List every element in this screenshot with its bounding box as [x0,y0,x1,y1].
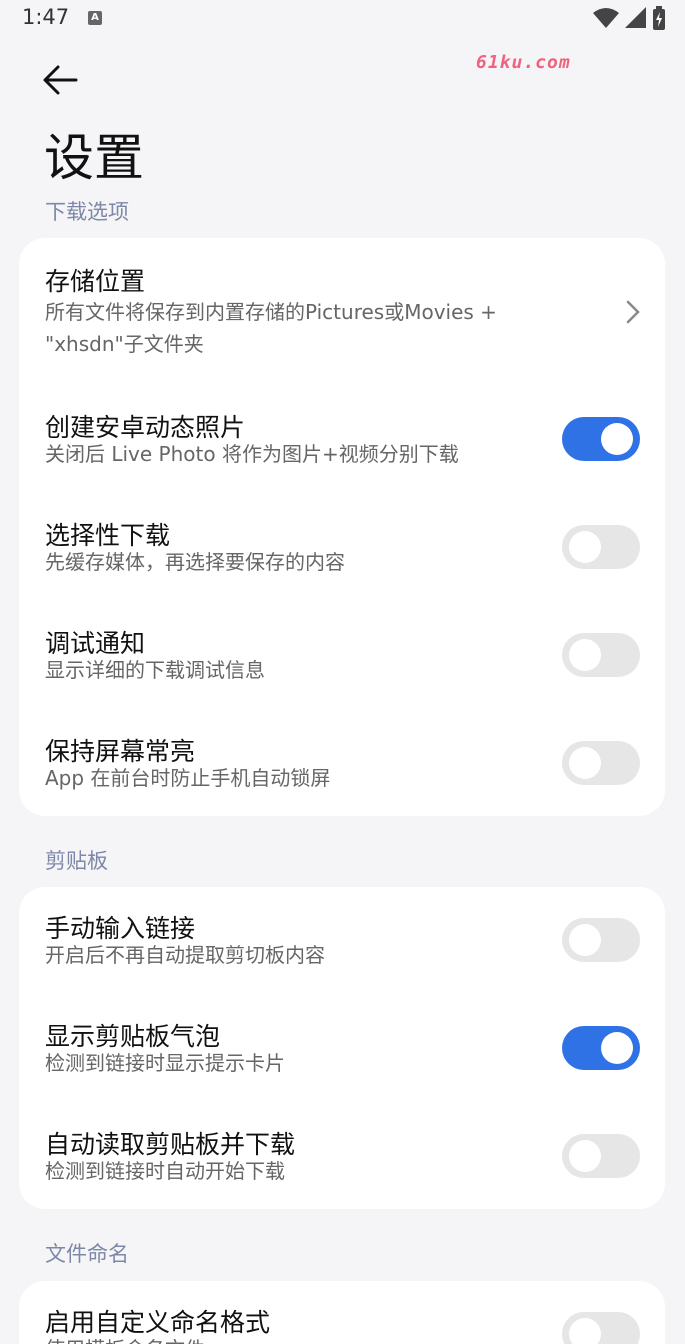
card-download: 存储位置 所有文件将保存到内置存储的Pictures或Movies + "xhs… [19,238,665,816]
toggle-knob [569,1318,601,1344]
setting-clipboard-bubble: 显示剪贴板气泡 检测到链接时显示提示卡片 [19,1001,665,1101]
auto-read-clipboard-toggle[interactable] [562,1134,640,1178]
status-icons [593,6,665,30]
section-header-clipboard: 剪贴板 [45,849,108,873]
setting-manual-link: 手动输入链接 开启后不再自动提取剪切板内容 [19,893,665,993]
card-clipboard: 手动输入链接 开启后不再自动提取剪切板内容 显示剪贴板气泡 检测到链接时显示提示… [19,887,665,1209]
setting-subtitle: 先缓存媒体，再选择要保存的内容 [45,550,345,574]
setting-subtitle: 检测到链接时自动开始下载 [45,1159,285,1183]
setting-custom-naming: 启用自定义命名格式 使用模板命名文件 [19,1287,665,1344]
live-photo-toggle[interactable] [562,417,640,461]
clipboard-bubble-toggle[interactable] [562,1026,640,1070]
status-time: 1:47 [22,5,70,29]
toggle-knob [601,1032,633,1064]
setting-title: 存储位置 [45,267,146,296]
chevron-right-icon [626,300,640,324]
status-bar: 1:47 A [0,0,685,40]
custom-naming-toggle[interactable] [562,1312,640,1344]
setting-auto-read-clipboard: 自动读取剪贴板并下载 检测到链接时自动开始下载 [19,1109,665,1209]
toggle-knob [601,423,633,455]
toggle-knob [569,747,601,779]
setting-subtitle: 使用模板命名文件 [45,1333,205,1344]
setting-subtitle: App 在前台时防止手机自动锁屏 [45,766,331,790]
toggle-knob [569,1140,601,1172]
setting-subtitle: 关闭后 Live Photo 将作为图片+视频分别下载 [45,442,459,466]
selective-download-toggle[interactable] [562,525,640,569]
toggle-knob [569,924,601,956]
watermark: 61ku.com [476,52,571,73]
setting-keep-screen-on: 保持屏幕常亮 App 在前台时防止手机自动锁屏 [19,716,665,816]
keep-screen-on-toggle[interactable] [562,741,640,785]
manual-link-toggle[interactable] [562,918,640,962]
setting-subtitle: "xhsdn"子文件夹 [45,332,204,356]
setting-subtitle: 开启后不再自动提取剪切板内容 [45,943,325,967]
debug-notification-toggle[interactable] [562,633,640,677]
setting-debug-notification: 调试通知 显示详细的下载调试信息 [19,608,665,708]
setting-storage-location[interactable]: 存储位置 所有文件将保存到内置存储的Pictures或Movies + "xhs… [19,238,665,378]
app-notification-icon: A [88,11,102,25]
toggle-knob [569,531,601,563]
page-title: 设置 [44,129,144,187]
signal-icon [625,7,646,28]
setting-live-photo: 创建安卓动态照片 关闭后 Live Photo 将作为图片+视频分别下载 [19,392,665,492]
battery-icon [653,6,665,30]
section-header-naming: 文件命名 [45,1242,129,1266]
setting-subtitle: 检测到链接时显示提示卡片 [45,1051,285,1075]
setting-selective-download: 选择性下载 先缓存媒体，再选择要保存的内容 [19,500,665,600]
setting-subtitle: 所有文件将保存到内置存储的Pictures或Movies + [45,300,497,324]
back-arrow-icon[interactable] [40,62,80,98]
wifi-icon [593,8,619,28]
setting-subtitle: 显示详细的下载调试信息 [45,658,265,682]
section-header-download: 下载选项 [45,200,129,224]
card-naming: 启用自定义命名格式 使用模板命名文件 [19,1281,665,1344]
toggle-knob [569,639,601,671]
